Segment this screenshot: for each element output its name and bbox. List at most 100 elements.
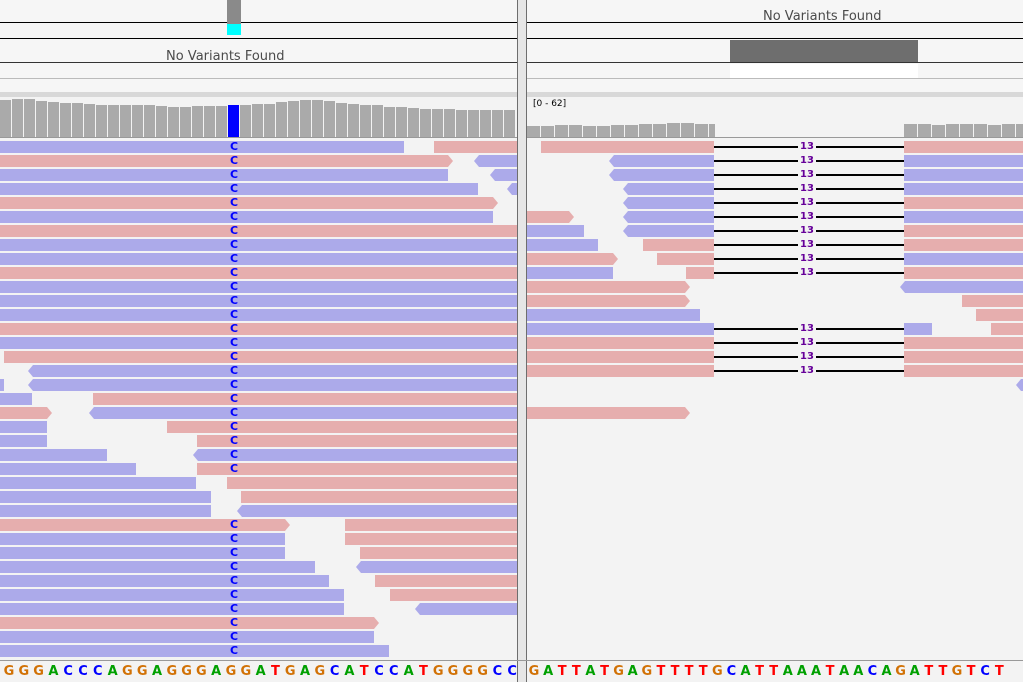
aligned-read[interactable] — [28, 365, 517, 377]
aligned-read[interactable] — [0, 379, 4, 391]
aligned-read[interactable] — [527, 351, 714, 363]
aligned-read[interactable] — [0, 533, 285, 545]
aligned-read[interactable] — [0, 239, 517, 251]
aligned-read[interactable] — [93, 393, 517, 405]
aligned-read[interactable] — [657, 253, 714, 265]
aligned-read[interactable] — [0, 309, 517, 321]
aligned-read[interactable] — [0, 631, 374, 643]
aligned-read[interactable] — [527, 407, 690, 419]
aligned-read[interactable] — [0, 449, 107, 461]
aligned-read[interactable] — [976, 309, 1023, 321]
aligned-read[interactable] — [0, 253, 517, 265]
aligned-read[interactable] — [0, 477, 196, 489]
aligned-read[interactable] — [904, 253, 1023, 265]
aligned-read[interactable] — [643, 239, 714, 251]
aligned-read[interactable] — [237, 505, 517, 517]
aligned-read[interactable] — [904, 267, 1023, 279]
aligned-read[interactable] — [527, 295, 690, 307]
aligned-read[interactable] — [0, 603, 344, 615]
aligned-read[interactable] — [197, 435, 517, 447]
aligned-read[interactable] — [507, 183, 517, 195]
aligned-read[interactable] — [904, 323, 932, 335]
aligned-read[interactable] — [474, 155, 517, 167]
panel-divider-right[interactable] — [526, 0, 527, 682]
aligned-read[interactable] — [904, 155, 1023, 167]
aligned-read[interactable] — [4, 351, 517, 363]
aligned-read[interactable] — [527, 239, 598, 251]
aligned-read[interactable] — [0, 169, 448, 181]
aligned-read[interactable] — [0, 491, 211, 503]
aligned-read[interactable] — [900, 281, 1023, 293]
aligned-read[interactable] — [904, 351, 1023, 363]
aligned-read[interactable] — [527, 323, 714, 335]
aligned-read[interactable] — [0, 645, 389, 657]
aligned-read[interactable] — [28, 379, 517, 391]
aligned-read[interactable] — [991, 323, 1023, 335]
aligned-read[interactable] — [609, 155, 714, 167]
aligned-read[interactable] — [0, 155, 453, 167]
aligned-read[interactable] — [541, 141, 714, 153]
aligned-read[interactable] — [0, 519, 290, 531]
aligned-read[interactable] — [345, 533, 517, 545]
aligned-read[interactable] — [490, 169, 517, 181]
aligned-read[interactable] — [0, 393, 32, 405]
aligned-read[interactable] — [356, 561, 517, 573]
aligned-read[interactable] — [904, 183, 1023, 195]
aligned-read[interactable] — [527, 253, 618, 265]
coverage-track-left[interactable] — [0, 97, 517, 137]
aligned-read[interactable] — [904, 225, 1023, 237]
aligned-read[interactable] — [434, 141, 517, 153]
aligned-read[interactable] — [0, 337, 517, 349]
aligned-read[interactable] — [390, 589, 517, 601]
aligned-read[interactable] — [904, 169, 1023, 181]
reference-sequence-right[interactable]: GATTATGAGTTTTGCATTAAATAACAGATTGTCT — [527, 664, 1023, 682]
aligned-read[interactable] — [0, 589, 344, 601]
aligned-read[interactable] — [527, 211, 574, 223]
alignment-track[interactable]: C 13 C 13 C 13 C 13 C 13 C 13 C 13 C 13 C 13 C 13 C C C C 13 C 13 C… — [0, 138, 1023, 660]
aligned-read[interactable] — [0, 575, 329, 587]
aligned-read[interactable] — [527, 281, 690, 293]
aligned-read[interactable] — [0, 463, 136, 475]
aligned-read[interactable] — [227, 477, 517, 489]
aligned-read[interactable] — [904, 337, 1023, 349]
aligned-read[interactable] — [0, 183, 478, 195]
aligned-read[interactable] — [527, 365, 714, 377]
aligned-read[interactable] — [904, 211, 1023, 223]
aligned-read[interactable] — [345, 519, 517, 531]
aligned-read[interactable] — [0, 141, 404, 153]
aligned-read[interactable] — [1016, 379, 1023, 391]
variant-marker[interactable] — [227, 0, 241, 24]
aligned-read[interactable] — [623, 197, 714, 209]
aligned-read[interactable] — [527, 267, 613, 279]
feature-block[interactable] — [730, 40, 918, 62]
aligned-read[interactable] — [197, 463, 517, 475]
aligned-read[interactable] — [0, 407, 52, 419]
aligned-read[interactable] — [686, 267, 714, 279]
aligned-read[interactable] — [0, 295, 517, 307]
coverage-track-right[interactable] — [527, 97, 1023, 137]
aligned-read[interactable] — [89, 407, 517, 419]
aligned-read[interactable] — [904, 365, 1023, 377]
aligned-read[interactable] — [962, 295, 1023, 307]
aligned-read[interactable] — [0, 267, 517, 279]
aligned-read[interactable] — [0, 197, 498, 209]
aligned-read[interactable] — [623, 225, 714, 237]
aligned-read[interactable] — [0, 435, 47, 447]
aligned-read[interactable] — [0, 547, 285, 559]
aligned-read[interactable] — [0, 225, 517, 237]
aligned-read[interactable] — [527, 309, 700, 321]
aligned-read[interactable] — [623, 211, 714, 223]
aligned-read[interactable] — [0, 211, 493, 223]
aligned-read[interactable] — [904, 141, 1023, 153]
variant-marker-allele[interactable] — [227, 24, 241, 35]
aligned-read[interactable] — [527, 337, 714, 349]
aligned-read[interactable] — [375, 575, 517, 587]
reference-sequence-left[interactable]: GGGACCCAGGAGGGAGGATGAGCATCCATGGGGCC — [0, 664, 517, 682]
aligned-read[interactable] — [0, 323, 517, 335]
aligned-read[interactable] — [0, 421, 47, 433]
aligned-read[interactable] — [193, 449, 517, 461]
aligned-read[interactable] — [527, 225, 584, 237]
aligned-read[interactable] — [0, 281, 517, 293]
aligned-read[interactable] — [623, 183, 714, 195]
aligned-read[interactable] — [0, 505, 211, 517]
